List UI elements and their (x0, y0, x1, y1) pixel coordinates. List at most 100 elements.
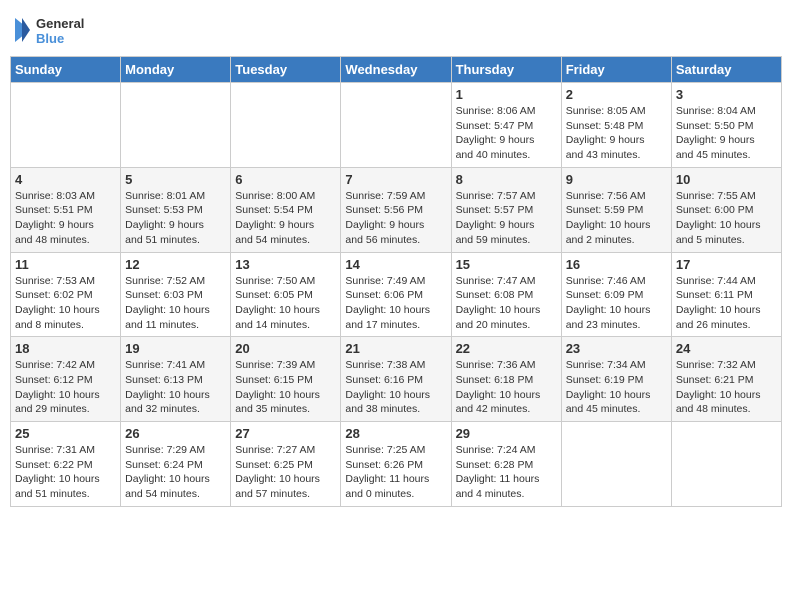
day-number: 23 (566, 341, 667, 356)
calendar-cell: 21 Sunrise: 7:38 AMSunset: 6:16 PMDayligh… (341, 337, 451, 422)
calendar-week-3: 11 Sunrise: 7:53 AMSunset: 6:02 PMDayligh… (11, 252, 782, 337)
calendar-week-5: 25 Sunrise: 7:31 AMSunset: 6:22 PMDayligh… (11, 422, 782, 507)
calendar-cell: 16 Sunrise: 7:46 AMSunset: 6:09 PMDayligh… (561, 252, 671, 337)
day-info: Sunrise: 7:24 AMSunset: 6:28 PMDaylight:… (456, 443, 557, 502)
day-number: 25 (15, 426, 116, 441)
header-thursday: Thursday (451, 57, 561, 83)
calendar-cell: 9Sunrise: 7:56 AMSunset: 5:59 PMDaylight… (561, 167, 671, 252)
header-monday: Monday (121, 57, 231, 83)
calendar-cell: 11 Sunrise: 7:53 AMSunset: 6:02 PMDayligh… (11, 252, 121, 337)
calendar-cell: 20 Sunrise: 7:39 AMSunset: 6:15 PMDayligh… (231, 337, 341, 422)
calendar-cell: 13 Sunrise: 7:50 AMSunset: 6:05 PMDayligh… (231, 252, 341, 337)
svg-text:Blue: Blue (36, 31, 64, 46)
day-number: 2 (566, 87, 667, 102)
day-info: Sunrise: 8:03 AMSunset: 5:51 PMDaylight:… (15, 189, 116, 248)
day-number: 21 (345, 341, 446, 356)
day-info: Sunrise: 7:38 AMSunset: 6:16 PMDaylight:… (345, 358, 446, 417)
logo: General Blue (10, 10, 100, 50)
day-number: 3 (676, 87, 777, 102)
day-number: 29 (456, 426, 557, 441)
day-info: Sunrise: 7:49 AMSunset: 6:06 PMDaylight:… (345, 274, 446, 333)
day-number: 14 (345, 257, 446, 272)
calendar-header-row: SundayMondayTuesdayWednesdayThursdayFrid… (11, 57, 782, 83)
day-info: Sunrise: 7:34 AMSunset: 6:19 PMDaylight:… (566, 358, 667, 417)
day-info: Sunrise: 7:50 AMSunset: 6:05 PMDaylight:… (235, 274, 336, 333)
day-number: 7 (345, 172, 446, 187)
day-number: 1 (456, 87, 557, 102)
day-number: 19 (125, 341, 226, 356)
day-number: 13 (235, 257, 336, 272)
day-number: 15 (456, 257, 557, 272)
day-info: Sunrise: 7:27 AMSunset: 6:25 PMDaylight:… (235, 443, 336, 502)
calendar-week-2: 4 Sunrise: 8:03 AMSunset: 5:51 PMDaylight… (11, 167, 782, 252)
calendar-cell (561, 422, 671, 507)
header-wednesday: Wednesday (341, 57, 451, 83)
day-number: 16 (566, 257, 667, 272)
day-number: 27 (235, 426, 336, 441)
calendar-cell: 17 Sunrise: 7:44 AMSunset: 6:11 PMDayligh… (671, 252, 781, 337)
calendar-cell (11, 83, 121, 168)
day-info: Sunrise: 7:57 AMSunset: 5:57 PMDaylight:… (456, 189, 557, 248)
day-info: Sunrise: 8:00 AMSunset: 5:54 PMDaylight:… (235, 189, 336, 248)
header-tuesday: Tuesday (231, 57, 341, 83)
day-info: Sunrise: 8:06 AMSunset: 5:47 PMDaylight:… (456, 104, 557, 163)
day-number: 10 (676, 172, 777, 187)
day-number: 24 (676, 341, 777, 356)
day-info: Sunrise: 7:29 AMSunset: 6:24 PMDaylight:… (125, 443, 226, 502)
calendar-cell (671, 422, 781, 507)
day-number: 11 (15, 257, 116, 272)
day-info: Sunrise: 7:44 AMSunset: 6:11 PMDaylight:… (676, 274, 777, 333)
calendar-week-1: 1 Sunrise: 8:06 AMSunset: 5:47 PMDaylight… (11, 83, 782, 168)
day-number: 8 (456, 172, 557, 187)
calendar-cell: 3 Sunrise: 8:04 AMSunset: 5:50 PMDaylight… (671, 83, 781, 168)
calendar-cell: 19 Sunrise: 7:41 AMSunset: 6:13 PMDayligh… (121, 337, 231, 422)
day-number: 18 (15, 341, 116, 356)
day-info: Sunrise: 7:36 AMSunset: 6:18 PMDaylight:… (456, 358, 557, 417)
day-info: Sunrise: 7:25 AMSunset: 6:26 PMDaylight:… (345, 443, 446, 502)
calendar-cell: 5 Sunrise: 8:01 AMSunset: 5:53 PMDaylight… (121, 167, 231, 252)
day-info: Sunrise: 7:55 AMSunset: 6:00 PMDaylight:… (676, 189, 777, 248)
calendar-cell: 8 Sunrise: 7:57 AMSunset: 5:57 PMDaylight… (451, 167, 561, 252)
day-info: Sunrise: 8:05 AMSunset: 5:48 PMDaylight:… (566, 104, 667, 163)
day-info: Sunrise: 7:42 AMSunset: 6:12 PMDaylight:… (15, 358, 116, 417)
day-info: Sunrise: 7:41 AMSunset: 6:13 PMDaylight:… (125, 358, 226, 417)
page-header: General Blue (10, 10, 782, 50)
day-info: Sunrise: 7:31 AMSunset: 6:22 PMDaylight:… (15, 443, 116, 502)
calendar-cell: 28Sunrise: 7:25 AMSunset: 6:26 PMDayligh… (341, 422, 451, 507)
calendar-cell: 24 Sunrise: 7:32 AMSunset: 6:21 PMDayligh… (671, 337, 781, 422)
day-number: 5 (125, 172, 226, 187)
calendar-cell: 12Sunrise: 7:52 AMSunset: 6:03 PMDayligh… (121, 252, 231, 337)
day-info: Sunrise: 8:01 AMSunset: 5:53 PMDaylight:… (125, 189, 226, 248)
calendar-cell: 2 Sunrise: 8:05 AMSunset: 5:48 PMDaylight… (561, 83, 671, 168)
day-number: 6 (235, 172, 336, 187)
day-number: 12 (125, 257, 226, 272)
day-info: Sunrise: 7:53 AMSunset: 6:02 PMDaylight:… (15, 274, 116, 333)
day-number: 9 (566, 172, 667, 187)
day-info: Sunrise: 7:46 AMSunset: 6:09 PMDaylight:… (566, 274, 667, 333)
calendar-cell: 27 Sunrise: 7:27 AMSunset: 6:25 PMDayligh… (231, 422, 341, 507)
day-info: Sunrise: 7:32 AMSunset: 6:21 PMDaylight:… (676, 358, 777, 417)
calendar-cell: 15 Sunrise: 7:47 AMSunset: 6:08 PMDayligh… (451, 252, 561, 337)
calendar-cell: 25 Sunrise: 7:31 AMSunset: 6:22 PMDayligh… (11, 422, 121, 507)
calendar-cell: 4 Sunrise: 8:03 AMSunset: 5:51 PMDaylight… (11, 167, 121, 252)
calendar-table: SundayMondayTuesdayWednesdayThursdayFrid… (10, 56, 782, 507)
header-saturday: Saturday (671, 57, 781, 83)
calendar-cell: 6 Sunrise: 8:00 AMSunset: 5:54 PMDaylight… (231, 167, 341, 252)
calendar-cell (341, 83, 451, 168)
day-number: 20 (235, 341, 336, 356)
calendar-cell: 23 Sunrise: 7:34 AMSunset: 6:19 PMDayligh… (561, 337, 671, 422)
svg-text:General: General (36, 16, 84, 31)
day-info: Sunrise: 7:59 AMSunset: 5:56 PMDaylight:… (345, 189, 446, 248)
calendar-cell: 14 Sunrise: 7:49 AMSunset: 6:06 PMDayligh… (341, 252, 451, 337)
calendar-cell (121, 83, 231, 168)
day-info: Sunrise: 7:47 AMSunset: 6:08 PMDaylight:… (456, 274, 557, 333)
day-number: 17 (676, 257, 777, 272)
day-number: 4 (15, 172, 116, 187)
day-number: 22 (456, 341, 557, 356)
calendar-cell (231, 83, 341, 168)
calendar-cell: 22 Sunrise: 7:36 AMSunset: 6:18 PMDayligh… (451, 337, 561, 422)
day-info: Sunrise: 7:39 AMSunset: 6:15 PMDaylight:… (235, 358, 336, 417)
day-info: Sunrise: 8:04 AMSunset: 5:50 PMDaylight:… (676, 104, 777, 163)
calendar-cell: 10 Sunrise: 7:55 AMSunset: 6:00 PMDayligh… (671, 167, 781, 252)
calendar-cell: 1 Sunrise: 8:06 AMSunset: 5:47 PMDaylight… (451, 83, 561, 168)
